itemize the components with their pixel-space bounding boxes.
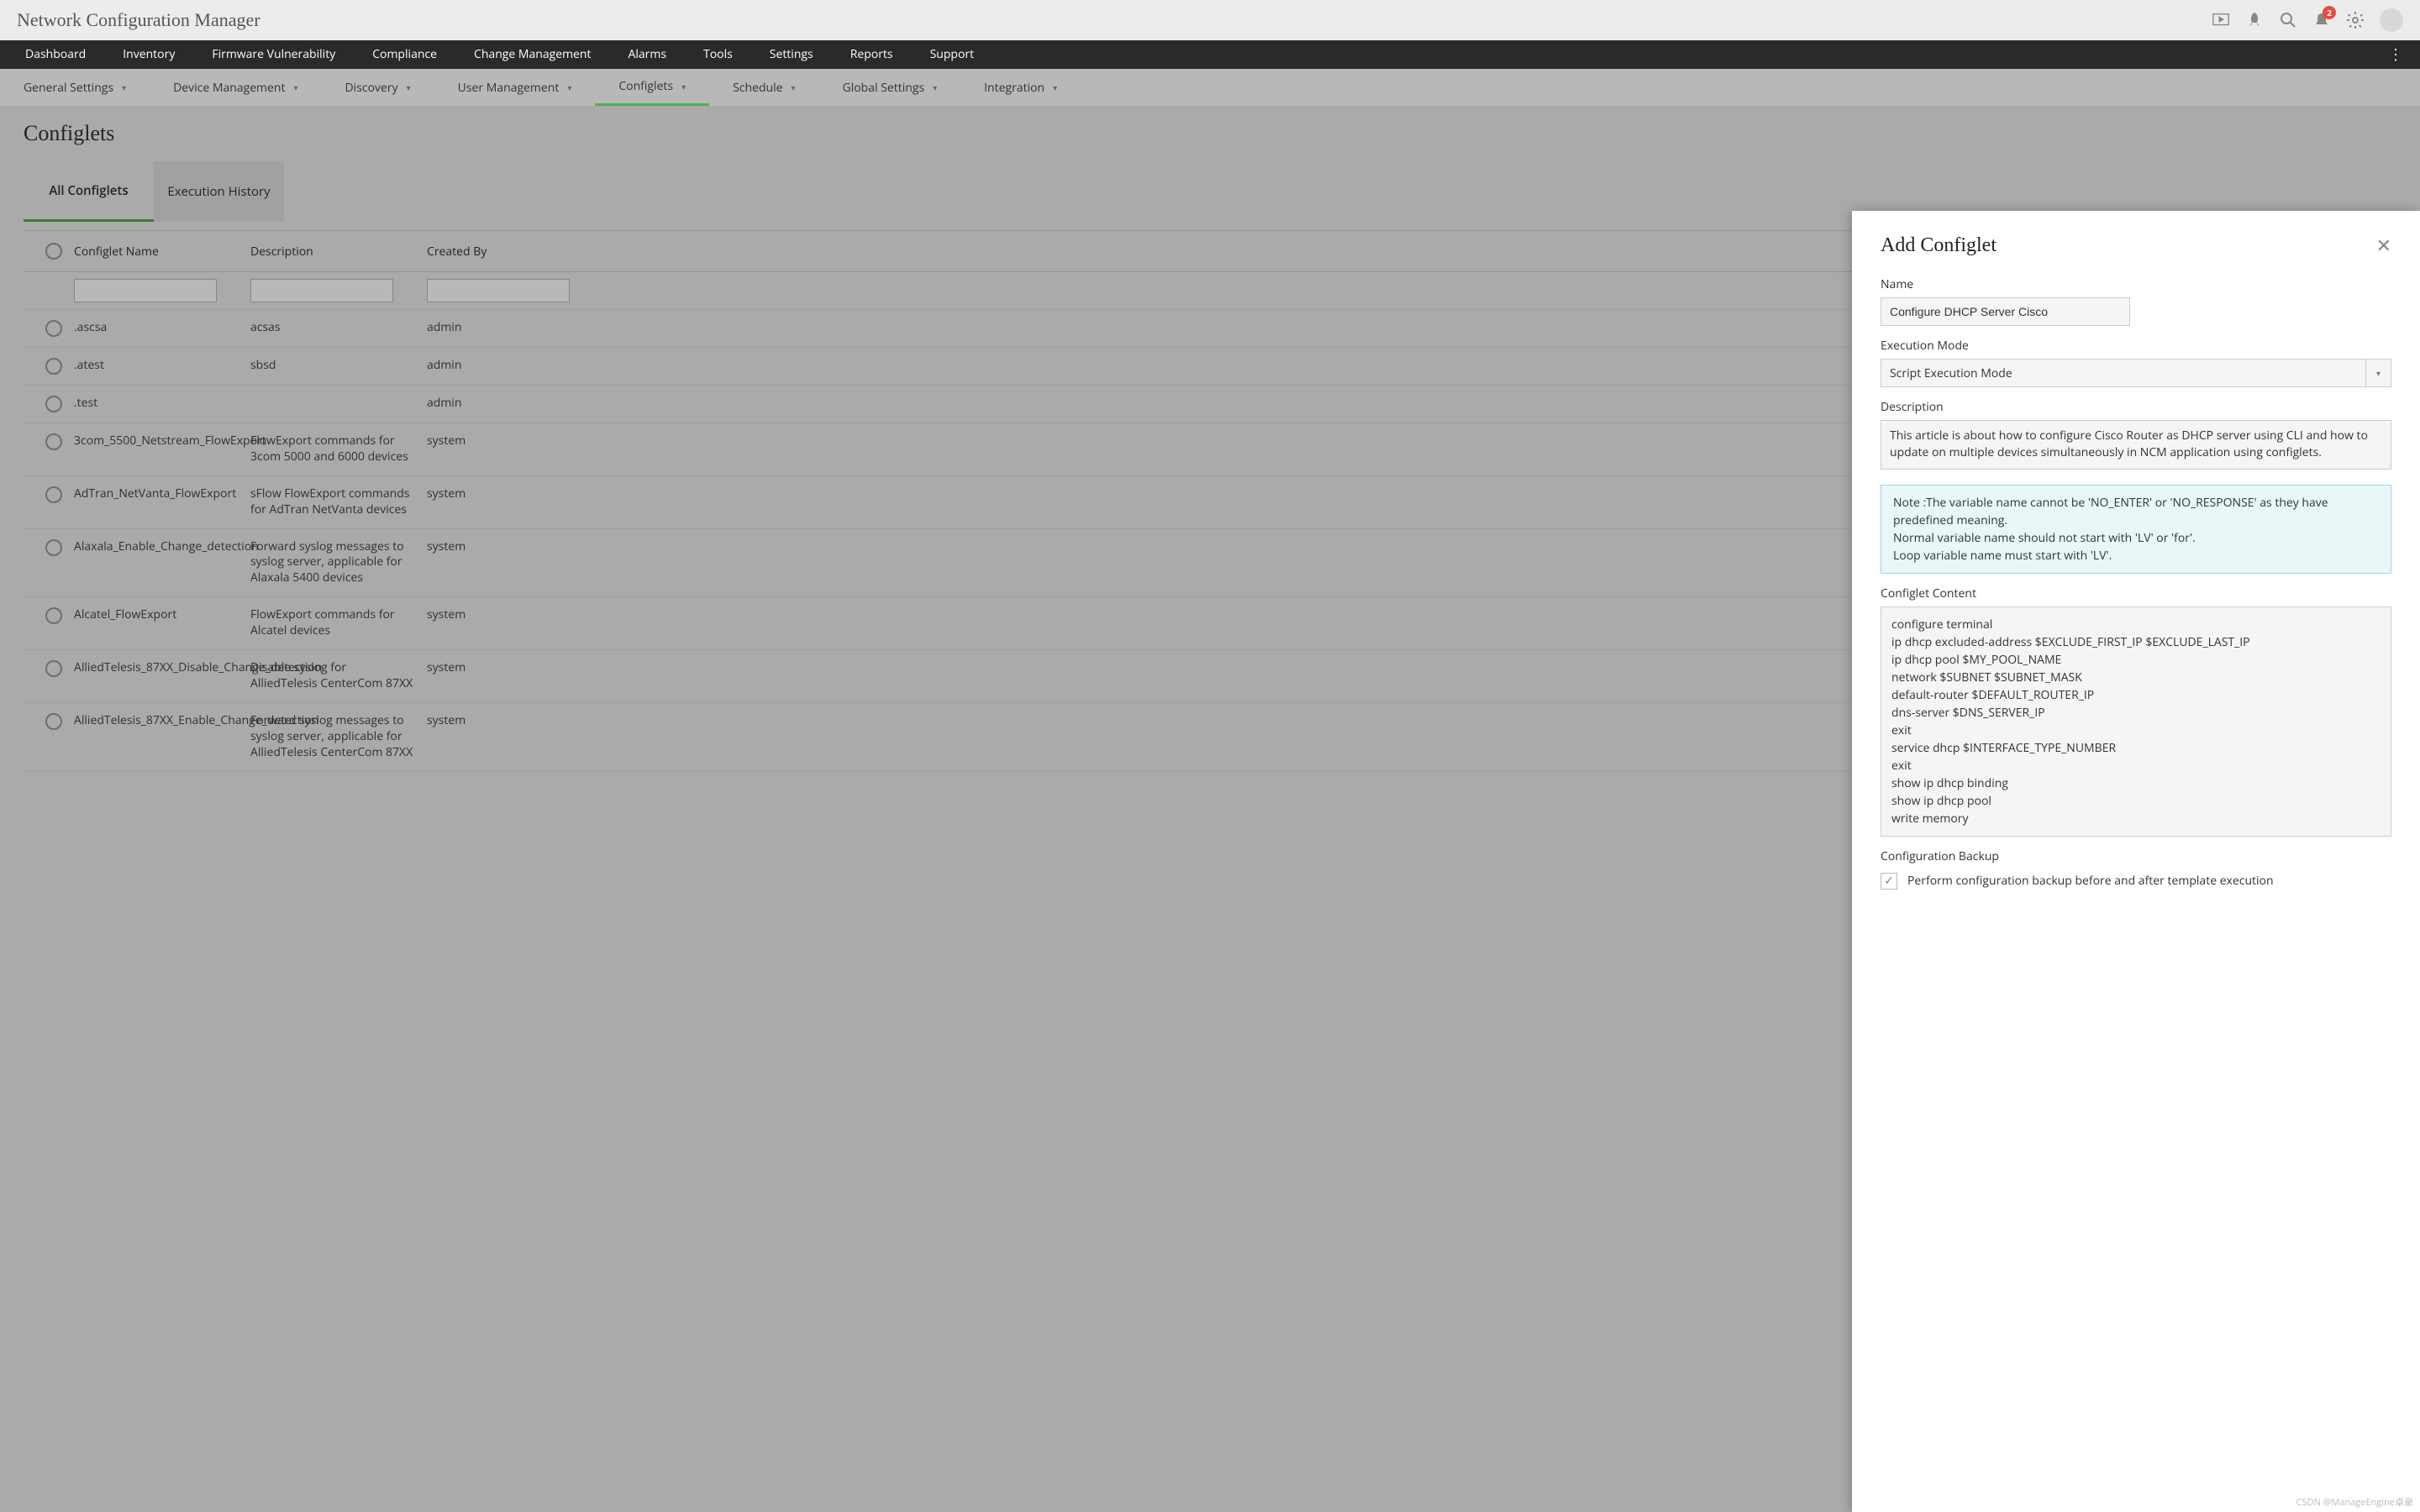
- desc-textarea[interactable]: This article is about how to configure C…: [1881, 420, 2391, 470]
- app-title: Network Configuration Manager: [17, 9, 260, 31]
- chevron-down-icon: ▾: [293, 81, 297, 93]
- content-textarea[interactable]: configure terminal ip dhcp excluded-addr…: [1881, 606, 2391, 837]
- subnav-discovery[interactable]: Discovery▾: [322, 69, 434, 106]
- nav-compliance[interactable]: Compliance: [354, 40, 455, 69]
- nav-settings[interactable]: Settings: [751, 40, 832, 69]
- note-line: Loop variable name must start with 'LV'.: [1893, 547, 2379, 564]
- header-icons: 2: [2212, 8, 2403, 32]
- drawer-title: Add Configlet: [1881, 234, 1996, 257]
- subnav-integration[interactable]: Integration▾: [960, 69, 1081, 106]
- mode-value: Script Execution Mode: [1890, 365, 2012, 381]
- rocket-icon[interactable]: [2245, 11, 2264, 29]
- chevron-down-icon: ▾: [681, 81, 686, 92]
- subnav-device-mgmt[interactable]: Device Management▾: [150, 69, 321, 106]
- subnav-global-settings[interactable]: Global Settings▾: [819, 69, 961, 106]
- avatar[interactable]: [2380, 8, 2403, 32]
- note-box: Note :The variable name cannot be 'NO_EN…: [1881, 485, 2391, 574]
- nav-more-icon[interactable]: ⋮: [2378, 45, 2413, 65]
- add-configlet-drawer: Add Configlet ✕ Name Execution Mode Scri…: [1852, 211, 2420, 1512]
- chevron-down-icon: ▾: [122, 81, 126, 93]
- nav-dashboard[interactable]: Dashboard: [7, 40, 104, 69]
- sub-nav: General Settings▾ Device Management▾ Dis…: [0, 69, 2420, 106]
- chevron-down-icon: ▾: [792, 81, 796, 93]
- nav-support[interactable]: Support: [912, 40, 993, 69]
- bell-icon[interactable]: 2: [2312, 11, 2331, 29]
- name-label: Name: [1881, 276, 2391, 292]
- chevron-down-icon: ▾: [2365, 360, 2391, 386]
- watermark: CSDN @ManageEngine卓豪: [2296, 1495, 2414, 1509]
- subnav-schedule[interactable]: Schedule▾: [709, 69, 818, 106]
- chevron-down-icon: ▾: [567, 81, 571, 93]
- subnav-user-mgmt[interactable]: User Management▾: [434, 69, 596, 106]
- chevron-down-icon: ▾: [407, 81, 411, 93]
- name-input[interactable]: [1881, 297, 2130, 326]
- app-header: Network Configuration Manager 2: [0, 0, 2420, 40]
- nav-reports[interactable]: Reports: [832, 40, 912, 69]
- close-icon[interactable]: ✕: [2376, 233, 2391, 258]
- main-nav: Dashboard Inventory Firmware Vulnerabili…: [0, 40, 2420, 69]
- nav-alarms[interactable]: Alarms: [609, 40, 685, 69]
- nav-change-mgmt[interactable]: Change Management: [455, 40, 609, 69]
- desc-label: Description: [1881, 399, 2391, 415]
- backup-label: Configuration Backup: [1881, 848, 2391, 864]
- chevron-down-icon: ▾: [1053, 81, 1057, 93]
- subnav-configlets[interactable]: Configlets▾: [595, 69, 709, 106]
- nav-tools[interactable]: Tools: [685, 40, 751, 69]
- mode-label: Execution Mode: [1881, 338, 2391, 354]
- presentation-icon[interactable]: [2212, 11, 2230, 29]
- mode-select[interactable]: Script Execution Mode ▾: [1881, 359, 2391, 387]
- chevron-down-icon: ▾: [933, 81, 937, 93]
- search-icon[interactable]: [2279, 11, 2297, 29]
- backup-checkbox-label: Perform configuration backup before and …: [1907, 873, 2274, 889]
- gear-icon[interactable]: [2346, 11, 2365, 29]
- backup-checkbox[interactable]: ✓: [1881, 873, 1897, 890]
- nav-firmware[interactable]: Firmware Vulnerability: [193, 40, 354, 69]
- content-label: Configlet Content: [1881, 585, 2391, 601]
- nav-inventory[interactable]: Inventory: [104, 40, 193, 69]
- subnav-general-settings[interactable]: General Settings▾: [0, 69, 150, 106]
- notification-badge: 2: [2323, 6, 2336, 19]
- note-line: Normal variable name should not start wi…: [1893, 529, 2379, 547]
- note-line: Note :The variable name cannot be 'NO_EN…: [1893, 494, 2379, 529]
